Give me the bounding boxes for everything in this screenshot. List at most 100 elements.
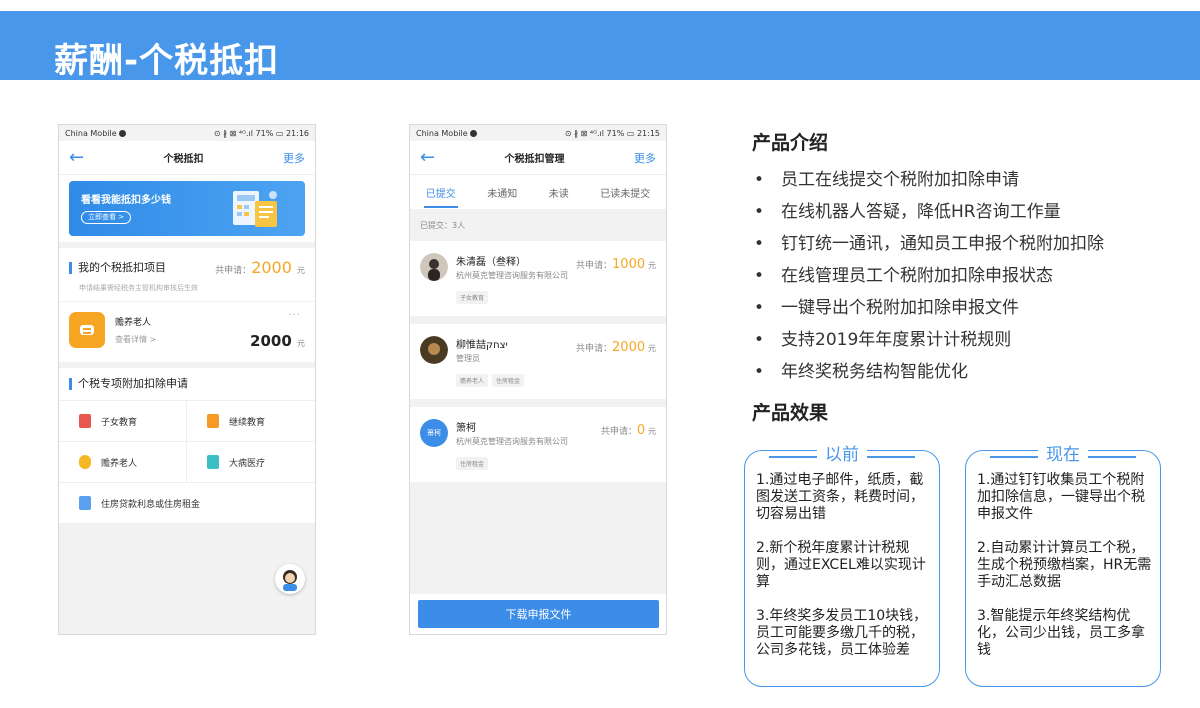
status-bar: China Mobile ⊙ ∦ ⊠ ⁴ᴳ.ıl 71% ▭ 21:15: [410, 125, 666, 141]
employee-role: 管理员: [456, 354, 480, 363]
carrier-label: China Mobile: [416, 128, 468, 138]
deduction-item-name: 赡养老人: [115, 318, 152, 328]
employee-total-unit: 元: [648, 427, 656, 436]
employee-name: 柳惟喆יצחק: [456, 340, 508, 351]
apply-title: 个税专项附加扣除申请: [69, 378, 188, 390]
tab-read-not-submitted[interactable]: 已读未提交: [598, 177, 652, 208]
after-box: 现在 1.通过钉钉收集员工个税附加扣除信息，一键导出个税申报文件 2.自动累计计…: [965, 445, 1161, 687]
before-point: 1.通过电子邮件，纸质，截图发送工资条，耗费时间，切容易出错: [756, 472, 924, 522]
status-indicators: ⊙ ∦ ⊠ ⁴ᴳ.ıl 71% ▭ 21:15: [564, 128, 660, 138]
calculator-illustration-icon: [233, 191, 277, 227]
submitted-count: 已提交：3人: [420, 220, 466, 230]
employee-company: 杭州莫克管理咨询服务有限公司: [456, 271, 568, 280]
option-elderly-support[interactable]: 赡养老人: [59, 442, 187, 483]
employee-total-label: 共申请：: [576, 261, 613, 271]
nav-title: 个税抵扣: [163, 154, 204, 165]
carrier-icon: [118, 129, 126, 137]
promo-view-button[interactable]: 立即查看 >: [81, 211, 132, 224]
employee-card[interactable]: 朱清磊（叁释） 杭州莫克管理咨询服务有限公司 共申请：1000 元 子女教育: [410, 241, 666, 316]
before-title: 以前: [817, 445, 867, 465]
employee-name: 箫柯: [456, 423, 476, 434]
feature-item: • 在线管理员工个税附加扣除申报状态: [754, 266, 1053, 286]
feature-item: • 在线机器人答疑，降低HR咨询工作量: [754, 202, 1061, 222]
medical-icon: [207, 455, 219, 469]
feature-item: • 员工在线提交个税附加扣除申请: [754, 170, 1019, 190]
tab-not-notified[interactable]: 未通知: [485, 177, 519, 208]
status-bar: China Mobile ⊙ ∦ ⊠ ⁴ᴳ.ıl 71% ▭ 21:16: [59, 125, 315, 141]
deduction-tag: 子女教育: [456, 291, 489, 304]
intro-heading: 产品介绍: [752, 132, 829, 154]
deduction-amount: 2000: [250, 332, 292, 350]
employee-avatar: 箫柯: [420, 419, 448, 447]
assistant-avatar[interactable]: [275, 564, 305, 594]
nav-bar: ← 个税抵扣管理 更多: [410, 141, 666, 175]
after-title: 现在: [1038, 445, 1088, 465]
employee-avatar: [420, 336, 448, 364]
after-point: 1.通过钉钉收集员工个税附加扣除信息，一键导出个税申报文件: [977, 472, 1145, 522]
after-point: 2.自动累计计算员工个税，生成个税预缴档案，HR无需手动汇总数据: [977, 540, 1152, 590]
child-education-icon: [79, 414, 91, 428]
employee-name: 朱清磊（叁释）: [456, 257, 526, 268]
employee-company: 杭州莫克管理咨询服务有限公司: [456, 437, 568, 446]
feature-list: • 员工在线提交个税附加扣除申请 • 在线机器人答疑，降低HR咨询工作量 • 钉钉统一…: [754, 168, 1104, 392]
feature-item: • 一键导出个税附加扣除申报文件: [754, 298, 1019, 318]
housing-icon: [79, 496, 91, 510]
after-point: 3.智能提示年终奖结构优化，公司少出钱，员工多拿钱: [977, 608, 1145, 658]
employee-avatar: [420, 253, 448, 281]
tab-unread[interactable]: 未读: [547, 177, 571, 208]
tab-submitted[interactable]: 已提交: [423, 177, 458, 208]
total-value: 2000: [251, 258, 292, 277]
employee-total-label: 共申请：: [600, 427, 637, 437]
my-deductions-section: 我的个税抵扣项目 共申请：2000 元 申请结果需经税务主管机构审核后生效: [59, 248, 315, 301]
feature-item: • 支持2019年年度累计计税规则: [754, 330, 1012, 350]
employee-total-value: 0: [636, 423, 646, 438]
my-deductions-title: 我的个税抵扣项目: [69, 261, 166, 274]
status-tabs: 已提交 未通知 未读 已读未提交: [410, 175, 666, 209]
continuing-education-icon: [207, 414, 219, 428]
back-arrow-icon[interactable]: ←: [69, 148, 84, 167]
option-child-education[interactable]: 子女教育: [59, 401, 187, 442]
total-label: 共申请：: [215, 266, 252, 276]
elderly-support-small-icon: [79, 455, 91, 469]
feature-item: • 年终奖税务结构智能优化: [754, 362, 968, 382]
deduction-tag: 住房租金: [492, 374, 525, 387]
more-options-icon[interactable]: ···: [288, 310, 301, 321]
view-details-link[interactable]: 查看详情 >: [115, 334, 156, 345]
before-point: 3.年终奖多发员工10块钱，员工可能要多缴几千的税，公司多花钱，员工体验差: [756, 608, 928, 658]
download-report-button[interactable]: 下载申报文件: [418, 600, 659, 628]
employee-total-value: 1000: [612, 257, 646, 272]
employee-card[interactable]: 柳惟喆יצחק 管理员 共申请：2000 元 赡养老人 住房租金: [410, 324, 666, 399]
employee-total-unit: 元: [648, 261, 656, 270]
employee-total-value: 2000: [612, 340, 646, 355]
option-medical[interactable]: 大病医疗: [187, 442, 315, 483]
promo-title: 看看我能抵扣多少钱: [81, 195, 171, 206]
more-button[interactable]: 更多: [283, 150, 305, 166]
elderly-support-icon: [69, 312, 105, 348]
nav-title: 个税抵扣管理: [504, 154, 565, 165]
carrier-icon: [469, 129, 477, 137]
employee-card[interactable]: 箫柯 箫柯 杭州莫克管理咨询服务有限公司 共申请：0 元 住房租金: [410, 407, 666, 482]
feature-item: • 钉钉统一通讯，通知员工申报个税附加扣除: [754, 234, 1104, 254]
deduction-unit: 元: [297, 339, 305, 348]
deduction-item-card[interactable]: 赡养老人 查看详情 > ··· 2000 元: [59, 302, 315, 362]
title-banner: 薪酬-个税抵扣: [0, 11, 1200, 81]
option-housing[interactable]: 住房贷款利息或住房租金: [59, 483, 315, 524]
back-arrow-icon[interactable]: ←: [420, 148, 435, 167]
employee-total-label: 共申请：: [576, 344, 613, 354]
more-button[interactable]: 更多: [634, 150, 656, 166]
option-continuing-education[interactable]: 继续教育: [187, 401, 315, 442]
effect-heading: 产品效果: [752, 402, 829, 424]
phone-screen-tax-management: China Mobile ⊙ ∦ ⊠ ⁴ᴳ.ıl 71% ▭ 21:15 ← 个…: [409, 124, 667, 635]
nav-bar: ← 个税抵扣 更多: [59, 141, 315, 175]
before-point: 2.新个税年度累计计税规则，通过EXCEL难以实现计算: [756, 540, 926, 590]
deduction-tag: 赡养老人: [456, 374, 489, 387]
total-unit: 元: [297, 266, 305, 275]
before-box: 以前 1.通过电子邮件，纸质，截图发送工资条，耗费时间，切容易出错 2.新个税年…: [744, 445, 940, 687]
robot-assistant-icon: [283, 570, 297, 591]
status-indicators: ⊙ ∦ ⊠ ⁴ᴳ.ıl 71% ▭ 21:16: [213, 128, 309, 138]
page-title: 薪酬-个税抵扣: [54, 41, 280, 81]
promo-banner[interactable]: 看看我能抵扣多少钱 立即查看 >: [69, 181, 305, 236]
phone-screen-tax-deduction: China Mobile ⊙ ∦ ⊠ ⁴ᴳ.ıl 71% ▭ 21:16 ← 个…: [58, 124, 316, 635]
review-note: 申请结果需经税务主管机构审核后生效: [79, 284, 198, 292]
deduction-tag: 住房租金: [456, 457, 489, 470]
